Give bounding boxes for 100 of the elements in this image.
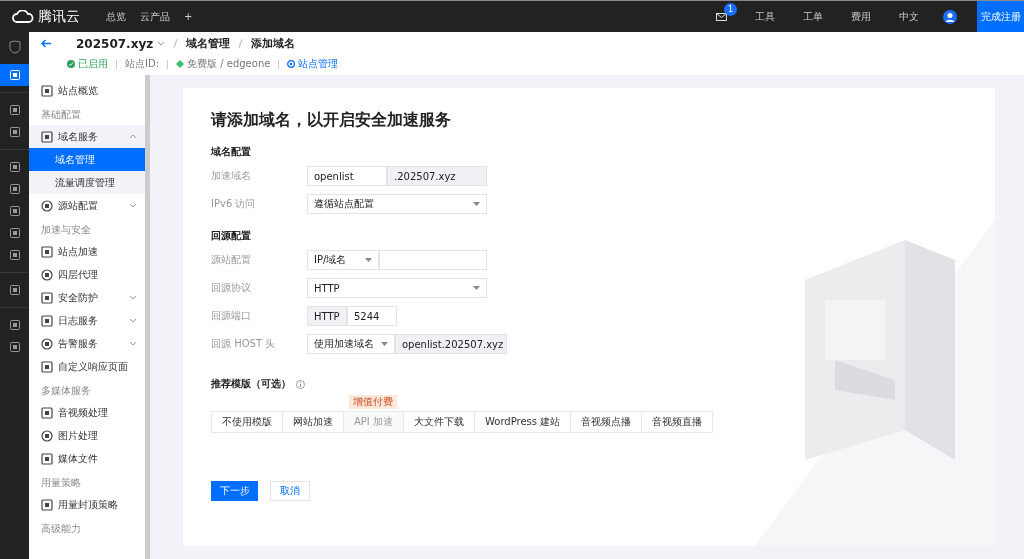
rail-button[interactable]: [0, 64, 29, 86]
logo-text: 腾讯云: [38, 7, 80, 26]
domain-suffix: .202507.xyz: [387, 166, 487, 186]
menu-group-title: 加速与安全: [40, 223, 92, 237]
target-icon: [287, 60, 296, 68]
sidebar-item[interactable]: 四层代理: [29, 263, 145, 286]
section-title: 推荐模版（可选）: [211, 377, 291, 391]
nav-link[interactable]: 工具: [755, 9, 775, 24]
menu-group-title: 多媒体服务: [40, 384, 92, 398]
square-icon: [9, 105, 20, 115]
sidebar-item[interactable]: 图片处理: [29, 424, 145, 447]
field-label: 回源端口: [211, 309, 252, 323]
square-icon: [9, 228, 20, 238]
breadcrumb: 添加域名: [251, 36, 296, 51]
template-option[interactable]: WordPress 建站: [474, 411, 572, 433]
square-icon: [9, 127, 20, 137]
dropdown-arrow-icon: [365, 258, 372, 262]
square-icon: [9, 206, 20, 216]
menu-icon: [41, 84, 53, 97]
menu-icon: [41, 268, 53, 281]
nav-link[interactable]: +: [184, 11, 193, 22]
dropdown-select[interactable]: IP/域名: [307, 250, 379, 270]
diamond-icon: [176, 60, 185, 68]
mail-icon[interactable]: [716, 12, 727, 21]
template-option[interactable]: 音视频直播: [641, 411, 714, 433]
chevron-icon: [129, 203, 137, 208]
plan-text: 免费版 / edgeone: [187, 57, 271, 71]
protocol-prefix: HTTP: [307, 306, 347, 326]
chevron-icon: [129, 318, 137, 323]
square-icon: [9, 250, 20, 260]
field-label: 回源 HOST 头: [211, 337, 277, 351]
template-option[interactable]: 不使用模版: [211, 411, 283, 433]
site-selector[interactable]: 202507.xyz: [76, 36, 166, 51]
info-icon[interactable]: [296, 379, 305, 389]
dropdown-select[interactable]: HTTP: [307, 278, 487, 298]
nav-link[interactable]: 中文: [899, 9, 919, 24]
status-text: 已启用: [78, 57, 108, 71]
square-icon: [9, 184, 20, 194]
chevron-icon: [129, 341, 137, 346]
paid-badge: 增值付费: [349, 395, 397, 409]
template-option[interactable]: 网站加速: [282, 411, 344, 433]
menu-icon: [41, 291, 53, 304]
nav-link[interactable]: 费用: [851, 9, 871, 24]
next-button[interactable]: 下一步: [211, 481, 258, 501]
section-title: 回源配置: [211, 229, 252, 243]
text-input[interactable]: openlist: [307, 166, 387, 186]
template-option[interactable]: 大文件下载: [403, 411, 475, 433]
register-button[interactable]: 完成注册: [977, 1, 1024, 32]
dropdown-arrow-icon: [473, 286, 480, 290]
nav-link[interactable]: 云产品: [140, 9, 170, 24]
nav-link[interactable]: 总览: [106, 9, 126, 24]
sidebar-item[interactable]: 音视频处理: [29, 401, 145, 424]
sidebar-item[interactable]: 日志服务: [29, 309, 145, 332]
dropdown-arrow-icon: [381, 342, 388, 346]
menu-icon: [41, 406, 53, 419]
cancel-button[interactable]: 取消: [270, 481, 310, 501]
shield-icon: [8, 40, 21, 54]
port-input[interactable]: 5244: [347, 306, 397, 326]
readonly-field: openlist.202507.xyz: [395, 334, 507, 354]
chevron-icon: [129, 295, 137, 300]
page-title: 请添加域名，以开启安全加速服务: [211, 110, 452, 131]
menu-icon: [41, 452, 53, 465]
menu-icon: [41, 337, 53, 350]
sidebar-item[interactable]: 域名服务: [29, 125, 145, 148]
sidebar-subitem[interactable]: 域名管理: [29, 148, 145, 171]
sidebar-item[interactable]: 媒体文件: [29, 447, 145, 470]
field-label: IPv6 访问: [211, 197, 257, 211]
sidebar-item[interactable]: 安全防护: [29, 286, 145, 309]
notification-badge: 1: [724, 2, 737, 16]
sidebar-subitem[interactable]: 流量调度管理: [29, 171, 145, 194]
check-circle-icon: [67, 60, 75, 68]
chevron-icon: [129, 134, 137, 139]
text-input[interactable]: [379, 250, 487, 270]
field-label: 回源协议: [211, 281, 252, 295]
nav-link[interactable]: 工单: [803, 9, 823, 24]
field-label: 加速域名: [211, 169, 252, 183]
sidebar-item[interactable]: 站点概览: [29, 79, 145, 102]
menu-icon: [41, 360, 53, 373]
site-id-label: 站点ID:: [125, 57, 160, 71]
dropdown-arrow-icon: [473, 202, 480, 206]
sidebar-item[interactable]: 站点加速: [29, 240, 145, 263]
menu-group-title: 用量策略: [40, 476, 82, 490]
avatar-icon[interactable]: [943, 9, 957, 24]
field-label: 源站配置: [211, 253, 252, 267]
dropdown-select[interactable]: 遵循站点配置: [307, 194, 487, 214]
template-option[interactable]: 音视频点播: [570, 411, 643, 433]
sidebar-item[interactable]: 自定义响应页面: [29, 355, 145, 378]
chevron-icon: [157, 41, 166, 46]
menu-icon: [41, 245, 53, 258]
sidebar-item[interactable]: 用量封顶策略: [29, 493, 145, 516]
sidebar-item[interactable]: 源站配置: [29, 194, 145, 217]
menu-icon: [41, 199, 53, 212]
dropdown-select[interactable]: 使用加速域名: [307, 334, 395, 354]
section-title: 域名配置: [211, 145, 252, 159]
square-icon: [9, 342, 20, 352]
back-arrow-icon[interactable]: [41, 39, 52, 48]
site-manage-link[interactable]: 站点管理: [287, 57, 339, 71]
sidebar-item[interactable]: 告警服务: [29, 332, 145, 355]
menu-icon: [41, 314, 53, 327]
menu-icon: [41, 498, 53, 511]
